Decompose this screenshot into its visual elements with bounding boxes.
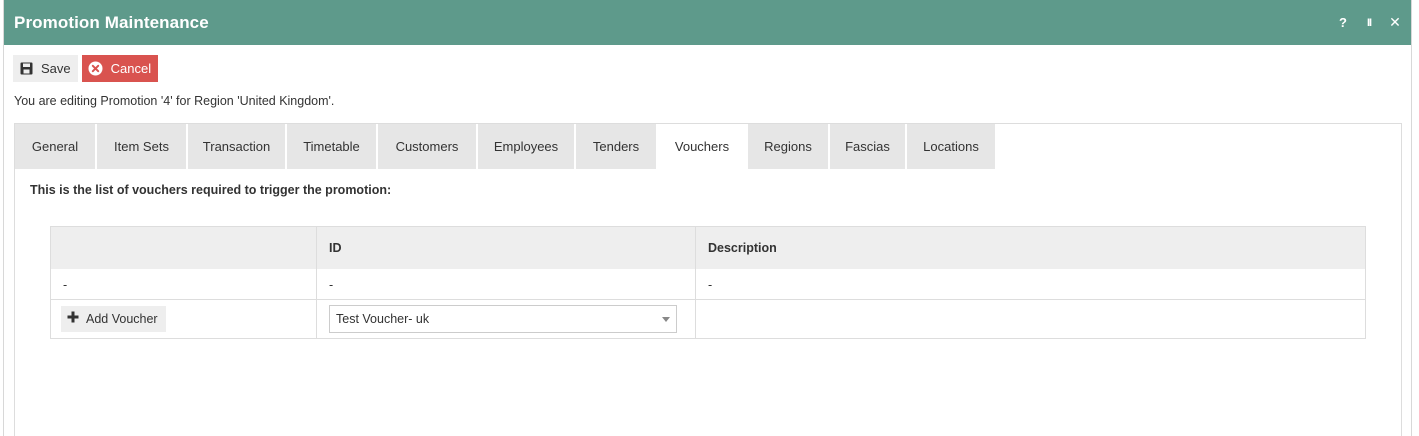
new-description-cell — [696, 300, 1365, 338]
voucher-id-select[interactable]: Test Voucher- uk — [329, 305, 677, 333]
tab-label: Regions — [764, 139, 812, 154]
cancel-circle-icon — [88, 61, 103, 76]
editing-info-text: You are editing Promotion '4' for Region… — [14, 94, 335, 108]
add-voucher-label: Add Voucher — [86, 312, 158, 326]
voucher-select-value: Test Voucher- uk — [336, 312, 430, 326]
tab-item-sets[interactable]: Item Sets — [97, 124, 188, 169]
save-button[interactable]: Save — [13, 55, 78, 82]
close-icon[interactable]: ✕ — [1389, 14, 1401, 30]
tab-label: Employees — [493, 139, 559, 154]
column-header-actions — [51, 227, 317, 269]
row-description-cell: - — [708, 278, 713, 292]
tab-label: Timetable — [303, 139, 360, 154]
dropdown-arrow-icon — [662, 316, 670, 322]
row-action-cell: - — [51, 269, 317, 299]
table-header-row: ID Description — [51, 227, 1365, 269]
column-header-description: Description — [708, 241, 777, 255]
tab-general[interactable]: General — [15, 124, 97, 169]
voucher-select-cell: Test Voucher- uk — [317, 300, 696, 338]
window-title: Promotion Maintenance — [14, 12, 209, 32]
window-controls: ? II ✕ — [1337, 14, 1411, 30]
tab-tenders[interactable]: Tenders — [576, 124, 658, 169]
plus-icon — [67, 311, 79, 327]
tab-label: Tenders — [592, 139, 640, 154]
help-icon[interactable]: ? — [1337, 15, 1349, 30]
tab-label: Fascias — [845, 139, 890, 154]
tab-label: Vouchers — [674, 139, 730, 154]
table-row: - - - — [51, 269, 1365, 300]
promotion-maintenance-window: Promotion Maintenance ? II ✕ Save Cancel… — [3, 0, 1412, 436]
save-button-label: Save — [41, 61, 71, 76]
tab-vouchers[interactable]: Vouchers — [658, 124, 748, 169]
tab-regions[interactable]: Regions — [748, 124, 830, 169]
add-voucher-button[interactable]: Add Voucher — [61, 306, 166, 332]
tab-label: Customers — [395, 139, 459, 154]
title-bar: Promotion Maintenance ? II ✕ — [4, 0, 1411, 45]
tab-customers[interactable]: Customers — [378, 124, 478, 169]
tab-label: Transaction — [202, 139, 271, 154]
tab-panel: General Item Sets Transaction Timetable … — [14, 123, 1402, 436]
toolbar: Save Cancel — [13, 55, 159, 82]
tab-label: Item Sets — [114, 139, 169, 154]
cancel-button-label: Cancel — [110, 61, 152, 76]
tab-strip: General Item Sets Transaction Timetable … — [15, 124, 1401, 169]
tab-employees[interactable]: Employees — [478, 124, 576, 169]
tab-timetable[interactable]: Timetable — [287, 124, 378, 169]
pause-icon[interactable]: II — [1363, 16, 1375, 30]
tab-locations[interactable]: Locations — [907, 124, 997, 169]
tab-label: General — [31, 139, 79, 154]
tab-transaction[interactable]: Transaction — [188, 124, 287, 169]
tab-label: Locations — [923, 139, 979, 154]
cancel-button[interactable]: Cancel — [81, 55, 159, 82]
floppy-disk-icon — [20, 62, 33, 75]
tab-fascias[interactable]: Fascias — [830, 124, 907, 169]
add-voucher-row: Add Voucher Test Voucher- uk — [51, 300, 1365, 338]
column-header-id: ID — [317, 227, 696, 269]
vouchers-table: ID Description - - - Add Voucher Test Vo… — [50, 226, 1366, 339]
add-voucher-cell: Add Voucher — [51, 300, 317, 338]
vouchers-heading: This is the list of vouchers required to… — [30, 183, 392, 197]
row-id-cell: - — [317, 269, 696, 299]
